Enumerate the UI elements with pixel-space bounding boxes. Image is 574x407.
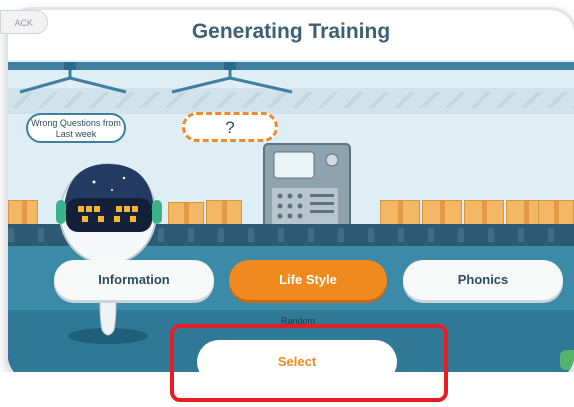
wrong-questions-sign[interactable]: Wrong Questions from Last week <box>26 113 126 143</box>
back-button[interactable]: ACK <box>0 10 48 34</box>
cardboard-box-icon <box>168 202 204 226</box>
side-tab[interactable] <box>560 350 574 370</box>
cardboard-box-icon <box>422 200 462 226</box>
category-button-phonics[interactable]: Phonics <box>403 260 563 300</box>
page-title: Generating Training <box>191 20 391 43</box>
robot-mascot-icon <box>56 163 162 344</box>
cardboard-box-icon <box>206 200 242 226</box>
select-highlight-frame <box>170 324 448 402</box>
category-button-information[interactable]: Information <box>54 260 214 300</box>
cardboard-box-icon <box>380 200 420 226</box>
cardboard-box-icon <box>538 200 574 226</box>
category-button-life-style[interactable]: Life Style <box>229 260 387 300</box>
cardboard-box-icon <box>464 200 504 226</box>
cardboard-box-icon <box>8 200 38 226</box>
